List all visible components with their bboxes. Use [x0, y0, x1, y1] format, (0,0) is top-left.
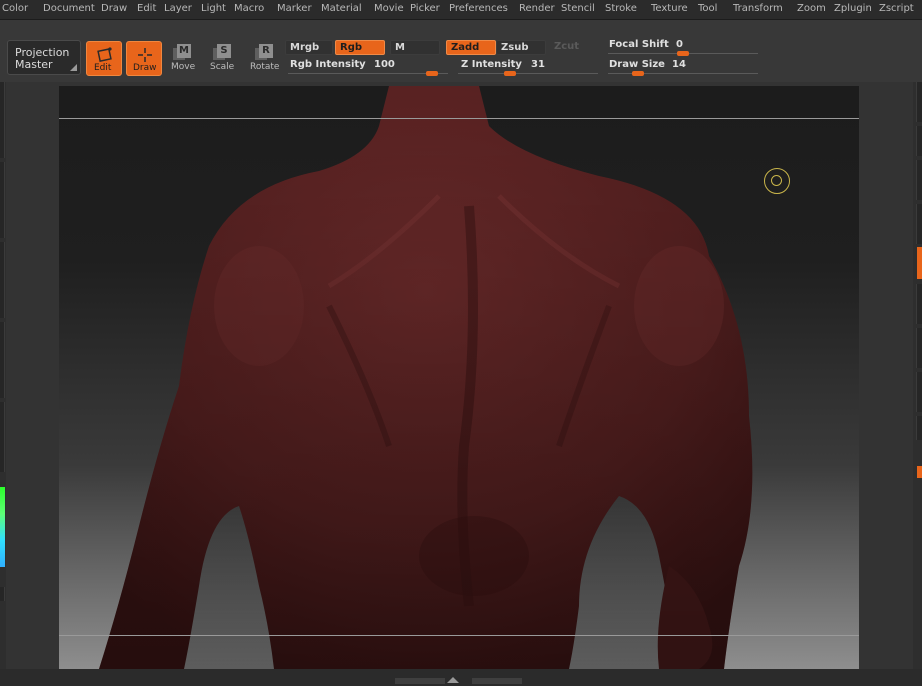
color-picker-strip[interactable] — [0, 487, 5, 567]
draw-label: Draw — [133, 63, 157, 73]
focal-shift-label: Focal Shift — [609, 39, 669, 50]
right-shelf-tab[interactable] — [916, 160, 922, 200]
scale-label: Scale — [210, 62, 235, 72]
menu-item-movie[interactable]: Movie — [374, 3, 404, 14]
mrgb-toggle[interactable]: Mrgb — [285, 40, 333, 55]
draw-button[interactable]: Draw — [126, 41, 162, 76]
left-shelf — [0, 82, 6, 686]
rgb-toggle[interactable]: Rgb — [335, 40, 385, 55]
edit-button[interactable]: Edit — [86, 41, 122, 76]
z-intensity-label: Z Intensity — [461, 59, 522, 70]
z-intensity-slider-knob[interactable] — [503, 71, 516, 76]
left-shelf-tab[interactable] — [0, 587, 5, 601]
rgb-intensity-slider-track[interactable] — [288, 73, 448, 74]
menu-item-texture[interactable]: Texture — [651, 3, 688, 14]
menu-item-color[interactable]: Color — [2, 3, 28, 14]
draw-size-slider-knob[interactable] — [632, 71, 644, 76]
menu-item-transform[interactable]: Transform — [733, 3, 783, 14]
right-shelf-tab[interactable] — [916, 82, 922, 122]
menu-item-document[interactable]: Document — [43, 3, 95, 14]
rgb-intensity-label: Rgb Intensity — [290, 59, 366, 70]
canvas-guide-line-top — [59, 118, 859, 119]
move-label: Move — [171, 62, 196, 72]
menu-item-light[interactable]: Light — [201, 3, 226, 14]
draw-size-value: 14 — [672, 59, 686, 70]
edit-label: Edit — [94, 63, 112, 73]
projection-master-button[interactable]: Projection Master — [7, 40, 81, 75]
right-shelf-tab[interactable] — [916, 416, 922, 440]
rotate-label: Rotate — [250, 62, 280, 72]
draw-icon — [138, 48, 152, 62]
left-shelf-tab[interactable] — [0, 82, 5, 158]
menu-item-material[interactable]: Material — [321, 3, 362, 14]
left-shelf-tab[interactable] — [0, 162, 5, 238]
menu-item-zplugin[interactable]: Zplugin — [834, 3, 872, 14]
menu-item-render[interactable]: Render — [519, 3, 555, 14]
focal-shift-value: 0 — [676, 39, 683, 50]
zsub-toggle[interactable]: Zsub — [496, 40, 546, 55]
brush-cursor-icon — [764, 168, 790, 194]
rotate-button[interactable]: R Rotate — [250, 42, 282, 76]
draw-size-label: Draw Size — [609, 59, 665, 70]
left-shelf-tab[interactable] — [0, 402, 5, 472]
scale-button[interactable]: S Scale — [208, 42, 240, 76]
menu-item-stroke[interactable]: Stroke — [605, 3, 637, 14]
menu-item-picker[interactable]: Picker — [410, 3, 440, 14]
z-intensity-slider-track[interactable] — [458, 73, 598, 74]
menu-item-preferences[interactable]: Preferences — [449, 3, 508, 14]
left-shelf-tab[interactable] — [0, 322, 5, 398]
menu-item-marker[interactable]: Marker — [277, 3, 312, 14]
rgb-intensity-value: 100 — [374, 59, 395, 70]
canvas-guide-line-bottom — [59, 635, 859, 636]
focal-shift-slider-knob[interactable] — [677, 51, 689, 56]
move-button[interactable]: M Move — [168, 42, 200, 76]
right-shelf-tab[interactable] — [916, 204, 922, 244]
menu-item-layer[interactable]: Layer — [164, 3, 192, 14]
menu-item-tool[interactable]: Tool — [698, 3, 717, 14]
right-shelf-active-tab[interactable] — [917, 247, 922, 279]
projection-master-label-2: Master — [15, 58, 53, 71]
menu-item-edit[interactable]: Edit — [137, 3, 156, 14]
z-intensity-value: 31 — [531, 59, 545, 70]
menu-item-draw[interactable]: Draw — [101, 3, 127, 14]
bottom-tray-grip[interactable] — [472, 678, 522, 684]
left-shelf-tab[interactable] — [0, 242, 5, 318]
right-shelf-accent-tab[interactable] — [917, 466, 922, 478]
menu-item-zscript[interactable]: Zscript — [879, 3, 914, 14]
move-icon: M — [177, 44, 191, 58]
menu-item-macro[interactable]: Macro — [234, 3, 264, 14]
right-shelf-tab[interactable] — [916, 284, 922, 324]
zcut-toggle[interactable]: Zcut — [550, 40, 598, 55]
edit-icon — [97, 47, 112, 63]
rgb-intensity-slider-knob[interactable] — [426, 71, 438, 76]
m-toggle[interactable]: M — [390, 40, 440, 55]
rotate-icon: R — [259, 44, 273, 58]
expand-corner-icon — [70, 64, 77, 71]
right-shelf-tab[interactable] — [916, 126, 922, 156]
sculpted-figure — [99, 86, 753, 669]
right-shelf-tab[interactable] — [916, 328, 922, 368]
menu-item-zoom[interactable]: Zoom — [797, 3, 826, 14]
scale-icon: S — [217, 44, 231, 58]
bottom-tray-grip[interactable] — [395, 678, 445, 684]
main-menu-bar: Color Document Draw Edit Layer Light Macro Mark… — [0, 0, 922, 20]
right-shelf-tab[interactable] — [916, 372, 922, 412]
draw-size-slider-track[interactable] — [608, 73, 758, 74]
bottom-tray — [0, 669, 922, 686]
menu-item-stencil[interactable]: Stencil — [561, 3, 595, 14]
bottom-tray-toggle-icon[interactable] — [447, 677, 459, 683]
right-shelf — [913, 82, 922, 686]
zadd-toggle[interactable]: Zadd — [446, 40, 496, 55]
top-toolbar: Projection Master Edit Draw M Move S Sca… — [0, 20, 922, 82]
document-canvas[interactable] — [59, 86, 859, 669]
